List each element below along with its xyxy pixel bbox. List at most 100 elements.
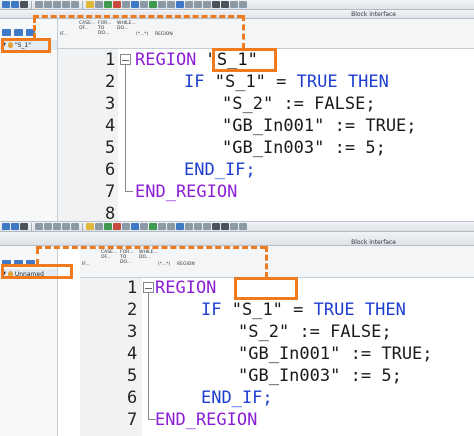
block-interface-label[interactable]: Block interface: [351, 239, 396, 246]
delete-row-icon[interactable]: [11, 1, 19, 8]
fold-toggle-icon[interactable]: [120, 54, 131, 65]
code-line-5[interactable]: "GB_In003" := 5;: [222, 138, 386, 158]
line-number: 5: [127, 366, 138, 386]
code-line-3[interactable]: "S_2" := FALSE;: [222, 94, 376, 114]
glasses-icon[interactable]: [212, 1, 220, 8]
breakpoint-icon[interactable]: [194, 1, 202, 8]
filter-icon[interactable]: [140, 1, 148, 8]
more-icon[interactable]: [230, 1, 238, 8]
outdent-icon[interactable]: [35, 1, 43, 8]
instr-case[interactable]: CASE... OF...: [79, 19, 97, 31]
diagnose-icon[interactable]: [149, 223, 157, 230]
uncomment-icon[interactable]: [53, 1, 61, 8]
glasses-alt-icon[interactable]: [221, 1, 229, 8]
code-line-4[interactable]: "GB_In001" := TRUE;: [238, 344, 433, 364]
line-number: 7: [105, 182, 116, 202]
more-icon[interactable]: [230, 223, 238, 230]
editor-toolbar: [0, 0, 474, 10]
top-editor-pane: Block interface ▼ "S_1" IF... CASE... OF…: [0, 0, 474, 224]
outdent-icon[interactable]: [35, 223, 43, 230]
code-line-2[interactable]: IF "S_1" = TRUE THEN: [201, 300, 406, 320]
line-number: 4: [105, 116, 116, 136]
nav-collapse-icon[interactable]: [14, 28, 23, 36]
code-line-4[interactable]: "GB_In001" := TRUE;: [222, 116, 417, 136]
step-icon[interactable]: [203, 223, 211, 230]
compare-icon[interactable]: [131, 1, 139, 8]
list-icon[interactable]: [95, 223, 103, 230]
goto-icon[interactable]: [176, 223, 184, 230]
insert-row-icon[interactable]: [2, 1, 10, 8]
watch-icon[interactable]: [122, 1, 130, 8]
list-icon[interactable]: [95, 1, 103, 8]
indent-icon[interactable]: [20, 223, 28, 230]
code-line-3[interactable]: "S_2" := FALSE;: [238, 322, 392, 342]
settings-icon[interactable]: [185, 1, 193, 8]
diagnose-icon[interactable]: [149, 1, 157, 8]
glasses-icon[interactable]: [212, 223, 220, 230]
comment-icon[interactable]: [44, 1, 52, 8]
filter-icon[interactable]: [140, 223, 148, 230]
instr-comment[interactable]: (*...*): [136, 19, 154, 37]
region-name-highlight: [212, 48, 277, 72]
code-line-5[interactable]: "GB_In003" := 5;: [238, 366, 402, 386]
extra-icon[interactable]: [239, 223, 247, 230]
stop-icon[interactable]: [113, 223, 121, 230]
code-editor[interactable]: 1 2 3 4 5 6 7 8 REGION "S_1" IF "S_1" = …: [58, 49, 474, 224]
connector-dash: [36, 248, 39, 265]
instr-if[interactable]: IF...: [60, 19, 78, 37]
watch-icon[interactable]: [122, 223, 130, 230]
step-icon[interactable]: [203, 1, 211, 8]
grid-icon[interactable]: [158, 223, 166, 230]
comment-icon[interactable]: [44, 223, 52, 230]
uncomment-icon[interactable]: [53, 223, 61, 230]
line-number: 1: [105, 50, 116, 70]
bottom-editor-pane: Block interface ▼ Unnamed IF... CASE... …: [0, 221, 474, 436]
line-number: 6: [105, 160, 116, 180]
instr-region[interactable]: REGION: [155, 19, 173, 37]
goto-icon[interactable]: [176, 1, 184, 8]
editor-toolbar: [0, 222, 474, 232]
monitor-icon[interactable]: [86, 1, 94, 8]
code-line-6[interactable]: END_IF;: [184, 160, 256, 180]
indent-icon[interactable]: [20, 1, 28, 8]
region-name-highlight: [234, 277, 298, 300]
extra-icon[interactable]: [239, 1, 247, 8]
grid-icon[interactable]: [158, 1, 166, 8]
bookmark-icon[interactable]: [62, 223, 70, 230]
line-number: 3: [127, 322, 138, 342]
code-line-1[interactable]: REGION: [155, 278, 216, 298]
instr-if[interactable]: IF...: [82, 246, 100, 267]
breakpoint-icon[interactable]: [194, 223, 202, 230]
bookmark-icon[interactable]: [62, 1, 70, 8]
block-interface-label[interactable]: Block interface: [351, 11, 396, 18]
green-arrow-icon[interactable]: [104, 223, 112, 230]
settings-icon[interactable]: [185, 223, 193, 230]
monitor-icon[interactable]: [86, 223, 94, 230]
tree-item-highlight: [1, 264, 73, 279]
instr-while[interactable]: WHILE... DO...: [117, 19, 136, 31]
zoom-icon[interactable]: [167, 1, 175, 8]
line-number: 1: [127, 278, 138, 298]
bookmark-next-icon[interactable]: [71, 1, 79, 8]
green-arrow-icon[interactable]: [104, 1, 112, 8]
instr-region[interactable]: REGION: [177, 246, 195, 267]
insert-row-icon[interactable]: [2, 223, 10, 230]
instr-comment[interactable]: (*...*): [158, 246, 176, 267]
compare-icon[interactable]: [131, 223, 139, 230]
code-line-7[interactable]: END_REGION: [155, 410, 257, 430]
code-line-7[interactable]: END_REGION: [135, 182, 237, 202]
code-line-6[interactable]: END_IF;: [201, 388, 273, 408]
fold-toggle-icon[interactable]: [143, 282, 154, 293]
glasses-alt-icon[interactable]: [221, 223, 229, 230]
instr-for[interactable]: FOR... TO DO...: [98, 19, 116, 36]
code-editor[interactable]: 1 2 3 4 5 6 7 REGION IF "S_1" = TRUE THE…: [80, 278, 474, 436]
code-line-2[interactable]: IF "S_1" = TRUE THEN: [184, 72, 389, 92]
block-interface-bar: Block interface: [0, 232, 474, 246]
connector-dash: [242, 15, 245, 49]
bookmark-next-icon[interactable]: [71, 223, 79, 230]
nav-expand-icon[interactable]: [2, 28, 11, 36]
connector-dash: [33, 15, 243, 18]
zoom-icon[interactable]: [167, 223, 175, 230]
stop-icon[interactable]: [113, 1, 121, 8]
delete-row-icon[interactable]: [11, 223, 19, 230]
